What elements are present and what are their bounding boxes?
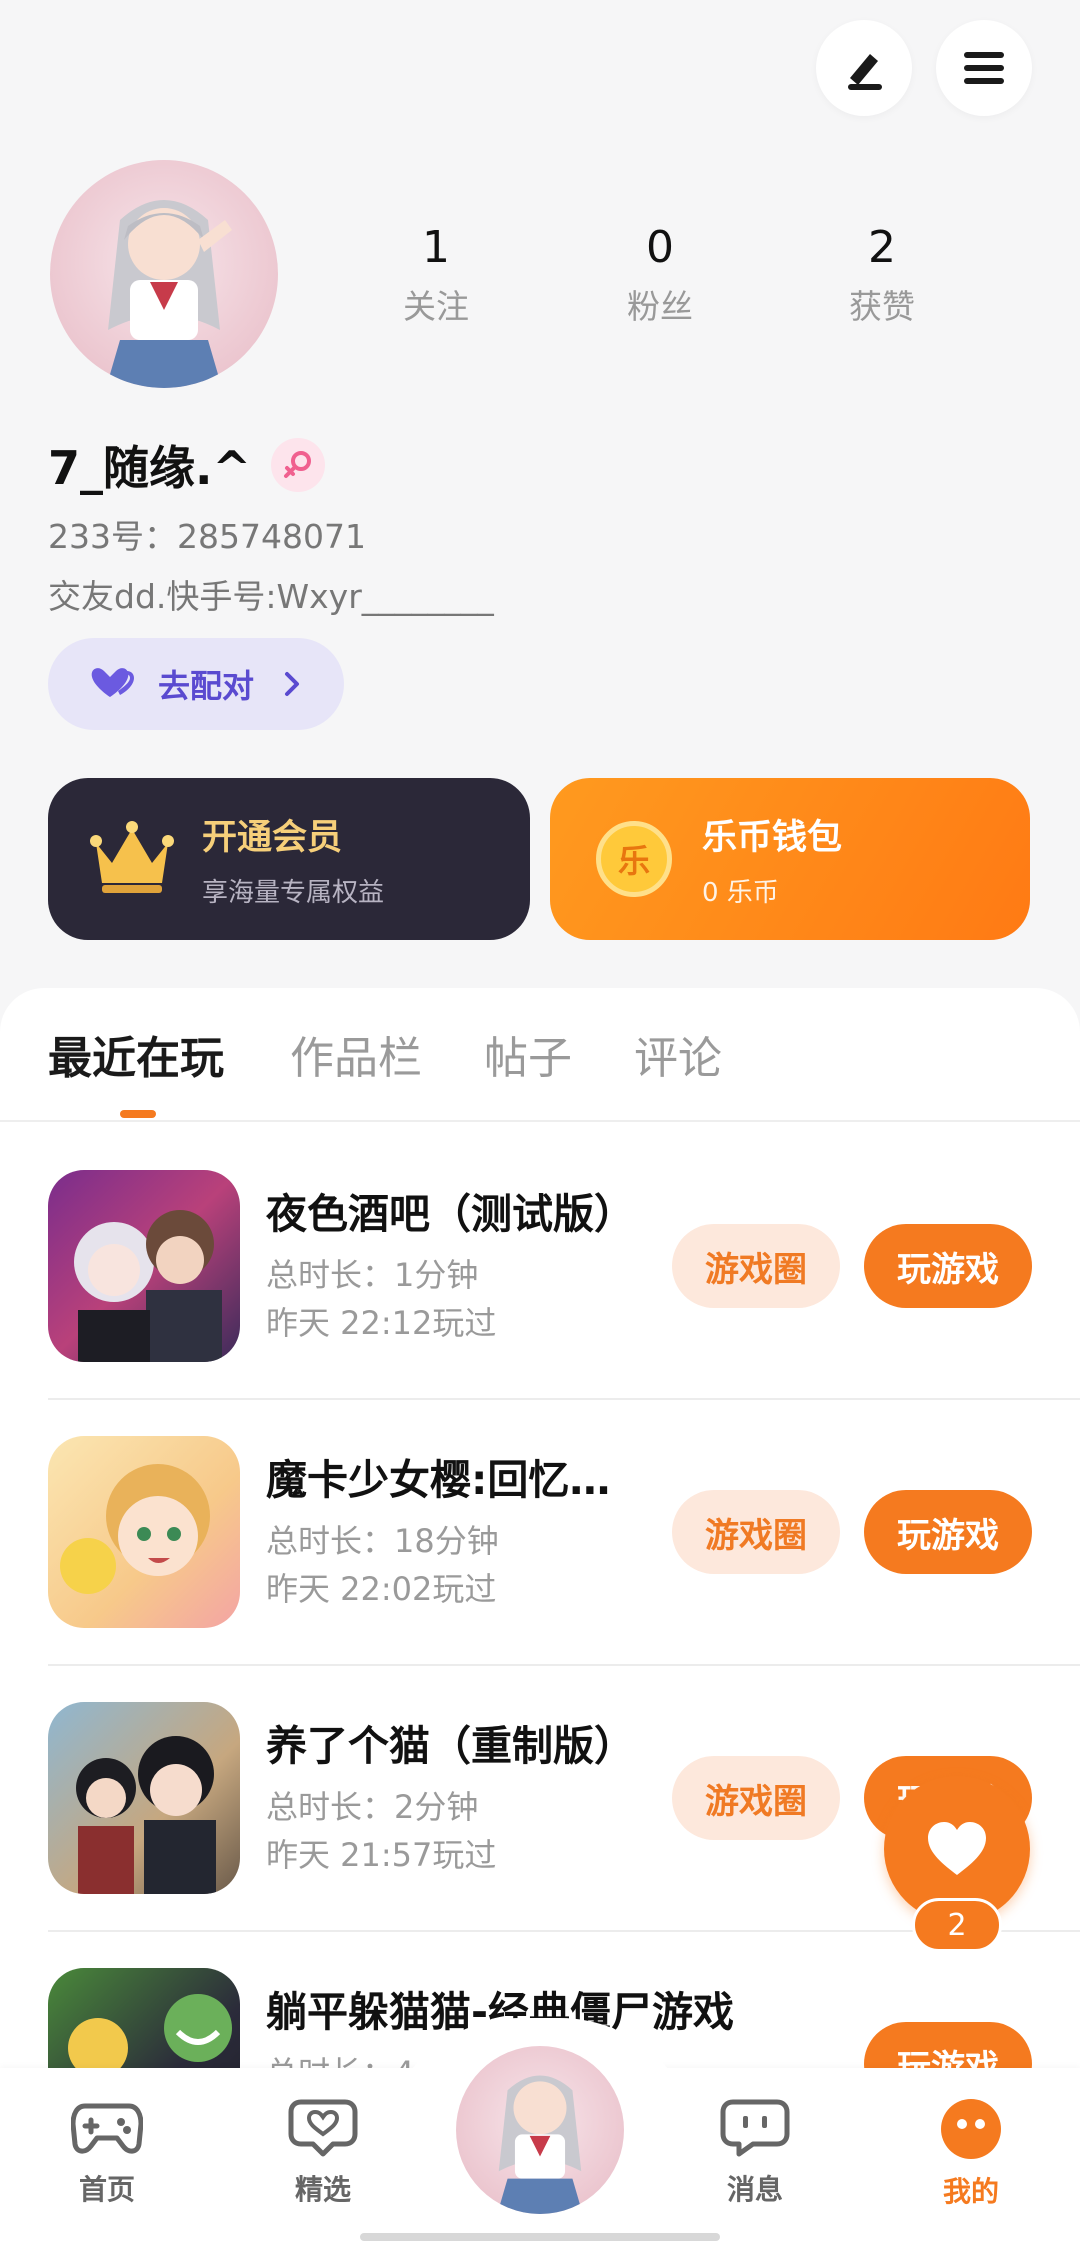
pair-button-label: 去配对	[158, 667, 255, 705]
user-id: 233号：285748071	[48, 517, 366, 556]
tab-works[interactable]: 作品栏	[290, 1022, 422, 1086]
play-game-button[interactable]: 玩游戏	[864, 1490, 1032, 1574]
gamepad-icon	[70, 2103, 144, 2154]
female-icon	[271, 438, 326, 492]
nav-label: 首页	[78, 2173, 135, 2206]
nav-messages[interactable]: 消息	[690, 2098, 820, 2208]
tab-posts[interactable]: 帖子	[484, 1022, 572, 1086]
nav-center-avatar[interactable]	[456, 2046, 624, 2214]
row-divider	[48, 1664, 1080, 1666]
home-indicator	[360, 2233, 720, 2241]
heart-icon	[928, 1822, 986, 1875]
like-count-badge: 2	[912, 1898, 1002, 1952]
wallet-title: 乐币钱包	[702, 818, 843, 858]
menu-icon	[964, 52, 1004, 84]
pair-button[interactable]: 去配对	[48, 638, 344, 730]
user-bio: 交友dd.快手号:Wxyr________	[48, 577, 494, 616]
nav-featured[interactable]: 精选	[258, 2098, 388, 2208]
vip-card[interactable]: 开通会员 享海量专属权益	[48, 778, 530, 940]
game-last-played: 昨天 22:02玩过	[266, 1570, 497, 1608]
game-circle-button[interactable]: 游戏圈	[672, 1756, 840, 1840]
vip-subtitle: 享海量专属权益	[202, 878, 385, 908]
list-item[interactable]: 魔卡少女樱:回忆… 总时长：18分钟 昨天 22:02玩过 游戏圈 玩游戏	[48, 1436, 1080, 1702]
game-title: 夜色酒吧（测试版）	[266, 1190, 635, 1238]
crown-icon	[90, 821, 174, 893]
tab-indicator	[120, 1110, 156, 1118]
heart-chat-icon	[288, 2099, 358, 2157]
stat-label: 粉丝	[627, 287, 693, 326]
stat-following[interactable]: 1 关注	[336, 222, 536, 328]
stat-label: 获赞	[849, 287, 915, 326]
chevron-right-icon	[285, 672, 300, 696]
nav-label: 我的	[942, 2175, 999, 2208]
message-icon	[720, 2099, 790, 2157]
stat-label: 关注	[403, 287, 469, 326]
tab-recent[interactable]: 最近在玩	[48, 1022, 224, 1086]
game-icon	[48, 1436, 240, 1628]
game-circle-button[interactable]: 游戏圈	[672, 1224, 840, 1308]
stat-fans[interactable]: 0 粉丝	[560, 222, 760, 328]
play-game-button[interactable]: 玩游戏	[864, 1224, 1032, 1308]
game-duration: 总时长：18分钟	[266, 1522, 499, 1560]
nav-me[interactable]: 我的	[906, 2098, 1036, 2210]
nav-home[interactable]: 首页	[42, 2098, 172, 2208]
avatar	[497, 2075, 583, 2214]
game-last-played: 昨天 21:57玩过	[266, 1836, 497, 1874]
tab-comments[interactable]: 评论	[634, 1022, 722, 1086]
nav-label: 精选	[294, 2173, 351, 2206]
hearts-icon	[91, 668, 134, 697]
menu-button[interactable]	[936, 20, 1032, 116]
nav-label: 消息	[726, 2173, 783, 2206]
stat-value: 0	[646, 222, 674, 273]
avatar-illustration	[106, 200, 232, 388]
tabs-divider	[0, 1120, 1080, 1122]
name-row: 7_随缘.^	[48, 432, 326, 498]
profile-face-icon	[941, 2099, 1001, 2159]
game-duration: 总时长：1分钟	[266, 1256, 479, 1294]
pencil-icon	[848, 54, 882, 90]
edit-profile-button[interactable]	[816, 20, 912, 116]
game-icon	[48, 1702, 240, 1894]
wallet-balance: 0 乐币	[702, 878, 779, 908]
vip-title: 开通会员	[202, 818, 343, 858]
game-title: 养了个猫（重制版）	[266, 1722, 635, 1770]
wallet-card[interactable]: 乐 乐币钱包 0 乐币	[550, 778, 1030, 940]
list-item[interactable]: 夜色酒吧（测试版） 总时长：1分钟 昨天 22:12玩过 游戏圈 玩游戏	[48, 1170, 1080, 1436]
avatar[interactable]	[50, 160, 278, 388]
coin-icon: 乐	[596, 821, 672, 897]
user-name: 7_随缘.^	[48, 441, 252, 495]
game-duration: 总时长：2分钟	[266, 1788, 479, 1826]
row-divider	[48, 1398, 1080, 1400]
game-last-played: 昨天 22:12玩过	[266, 1304, 497, 1342]
game-circle-button[interactable]: 游戏圈	[672, 1490, 840, 1574]
game-title: 魔卡少女樱:回忆…	[266, 1456, 611, 1504]
game-icon	[48, 1170, 240, 1362]
stat-likes[interactable]: 2 获赞	[782, 222, 982, 328]
stat-value: 1	[422, 222, 450, 273]
stat-value: 2	[868, 222, 896, 273]
